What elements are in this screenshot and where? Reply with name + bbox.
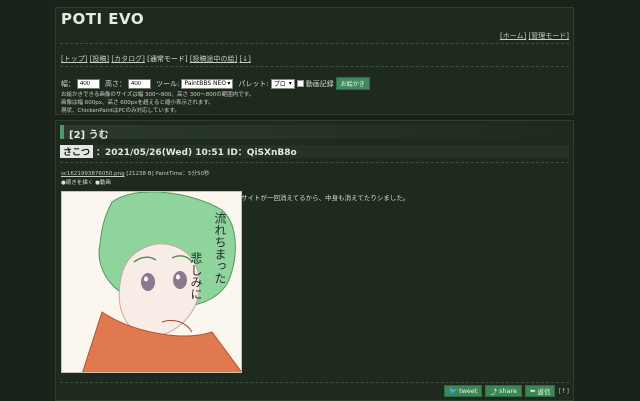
palette-select-value: プロ	[273, 81, 286, 88]
continue-drawing-link[interactable]: ●続きを描く	[61, 180, 93, 186]
post-header: [2] うむ	[60, 125, 569, 141]
reply-button[interactable]: ⬅ 返信	[525, 385, 556, 397]
share-icon: ⤴	[490, 388, 497, 396]
height-label: 高さ：	[105, 79, 126, 88]
post-actions: 🐦 tweet ⤴ share ⬅ 返信 [↑]	[443, 385, 569, 397]
resize-note: 画像は幅 600px、高さ 600pxを超えると縮小表示されます。	[61, 100, 214, 106]
palette-label: パレット:	[238, 79, 269, 88]
nav-post-link[interactable]: [投稿]	[90, 55, 109, 63]
file-info-line: sc1621993876050.png [21238 B] PaintTime：…	[61, 169, 210, 177]
width-input[interactable]	[77, 78, 100, 89]
reply-icon: ⬅	[530, 387, 536, 395]
nav-down-link[interactable]: [↓]	[240, 55, 251, 63]
scroll-up-link[interactable]: [↑]	[558, 387, 569, 395]
size-note: お絵かきできる画像のサイズは幅 300～800、高さ 300～800の範囲内です…	[61, 92, 255, 98]
nav-drafts-link[interactable]: [投稿途中の絵]	[190, 55, 237, 63]
header-panel: POTI EVO [ホーム] [管理モード] [トップ] [投稿] [カタログ]…	[55, 7, 574, 115]
tweet-button[interactable]: 🐦 tweet	[443, 385, 483, 397]
height-input[interactable]	[128, 78, 151, 89]
reply-label: 返信	[537, 388, 551, 396]
palette-select[interactable]: プロ ▾	[270, 78, 295, 89]
share-button[interactable]: ⤴ share	[485, 385, 523, 397]
nav-top-link[interactable]: [トップ]	[61, 55, 87, 63]
tool-select[interactable]: PaintBBS NEO ▾	[181, 78, 234, 89]
image-file-link[interactable]: sc1621993876050.png	[61, 171, 125, 177]
divider	[60, 162, 569, 163]
tweet-label: tweet	[459, 387, 478, 395]
tool-label: ツール:	[156, 79, 180, 88]
chevron-down-icon: ▾	[288, 80, 292, 87]
chevron-down-icon: ▾	[227, 80, 231, 87]
drawing-text-right: 悲しみに	[189, 251, 203, 300]
twitter-icon: 🐦	[448, 387, 458, 395]
file-details: [21238 B] PaintTime：5分50秒	[126, 171, 210, 177]
record-video-checkbox[interactable]	[296, 80, 304, 87]
accent-bar	[60, 125, 64, 139]
post-info-row: さこつ ：2021/05/26(Wed) 10:51 ID：QiSXnB8o	[60, 145, 569, 158]
video-link[interactable]: ●動画	[95, 180, 111, 186]
drawing-text-left: 流れちまった	[213, 212, 227, 284]
top-links: [ホーム] [管理モード]	[500, 31, 569, 41]
site-title: POTI EVO	[61, 10, 145, 28]
author-name: さこつ	[60, 145, 94, 158]
chickenpaint-note: 現状、ChickenPaintはPCのみ対応しています。	[61, 108, 180, 114]
file-actions: ●続きを描く ●動画	[61, 178, 111, 186]
post-meta: ：2021/05/26(Wed) 10:51 ID：QiSXnB8o	[96, 148, 297, 158]
divider	[60, 66, 569, 67]
posted-drawing[interactable]: 流れちまった 悲しみに	[61, 191, 242, 373]
drawing-illustration: 流れちまった 悲しみに	[82, 192, 241, 372]
width-label: 幅：	[61, 79, 75, 88]
post-title: [2] うむ	[69, 130, 109, 141]
main-nav: [トップ] [投稿] [カタログ] [通常モード] [投稿途中の絵] [↓]	[61, 54, 251, 64]
nav-catalog-link[interactable]: [カタログ]	[111, 55, 144, 63]
nav-normal-mode: [通常モード]	[147, 55, 188, 63]
record-video-label: 動画記録	[305, 79, 334, 88]
paint-form: 幅： 高さ： ツール: PaintBBS NEO ▾ パレット: プロ ▾ 動画…	[61, 77, 370, 90]
start-painting-button[interactable]: お絵かき	[335, 77, 370, 90]
divider	[60, 382, 569, 383]
tool-select-value: PaintBBS NEO	[184, 80, 227, 87]
share-label: share	[498, 387, 518, 395]
thread-post: [2] うむ さこつ ：2021/05/26(Wed) 10:51 ID：QiS…	[55, 120, 574, 401]
divider	[60, 43, 569, 44]
home-link[interactable]: [ホーム]	[500, 32, 526, 40]
post-comment: サイトが一回消えてるから、中身も消えてたりシました。	[241, 194, 410, 202]
admin-mode-link[interactable]: [管理モード]	[529, 32, 569, 40]
